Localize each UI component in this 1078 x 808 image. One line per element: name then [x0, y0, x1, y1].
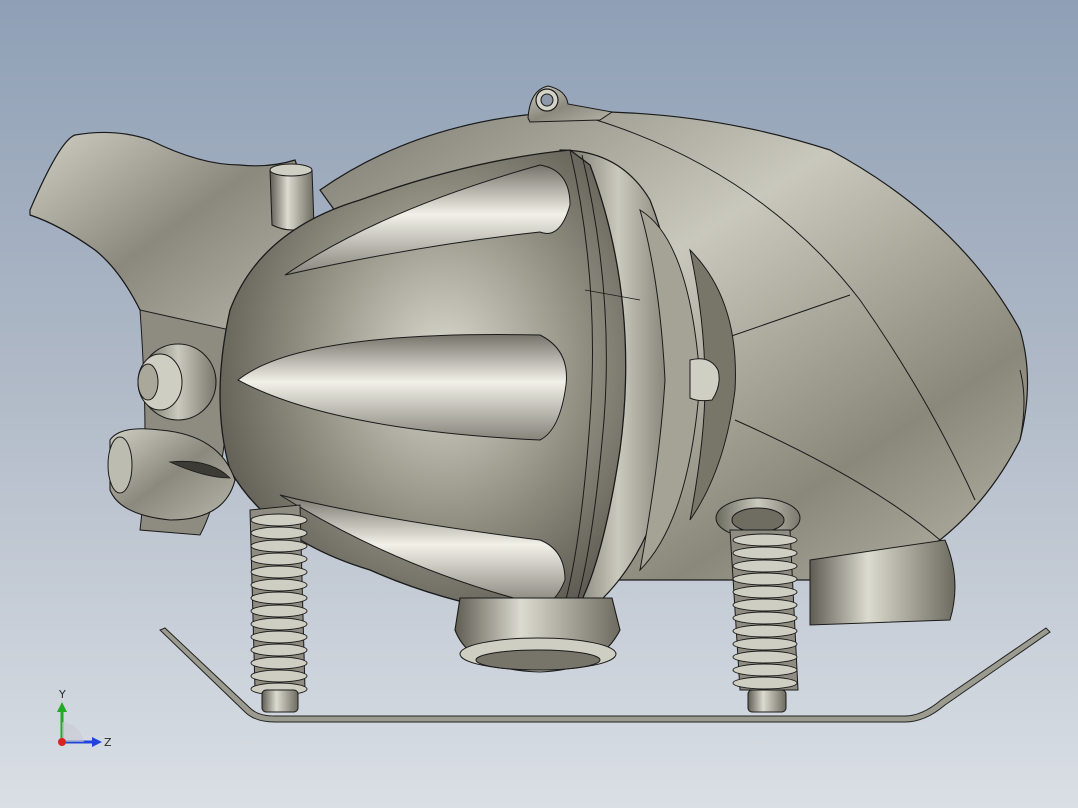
lifting-eye	[527, 85, 614, 123]
x-axis-dot	[58, 738, 66, 746]
left-spring-leg	[249, 504, 308, 713]
z-axis-label: Z	[104, 736, 112, 749]
spring-coil	[732, 650, 798, 664]
y-axis-arrow	[57, 702, 67, 712]
spring-coil	[250, 604, 308, 618]
spring-coil	[732, 624, 798, 638]
3d-viewport[interactable]: Y Z	[0, 0, 1078, 808]
spring-coil	[250, 539, 308, 553]
spring-coil	[250, 552, 308, 566]
spring-coil	[250, 617, 308, 631]
axis-triad: Y Z	[57, 688, 112, 749]
y-axis-label: Y	[58, 688, 66, 701]
spring-coil	[250, 656, 308, 670]
bottom-outlet	[454, 597, 621, 673]
spring-coil	[250, 643, 308, 657]
spring-coil	[732, 559, 798, 573]
spring-coil	[732, 598, 798, 612]
spring-coil	[732, 637, 798, 651]
spring-coil	[250, 513, 308, 527]
spring-coil	[250, 526, 308, 540]
spring-coil	[250, 669, 308, 683]
spring-coil	[250, 630, 308, 644]
spring-coil	[250, 578, 308, 592]
spring-coil	[732, 611, 798, 625]
z-axis-arrow	[92, 737, 102, 747]
spring-coil	[732, 585, 798, 599]
right-spring-leg	[715, 497, 801, 713]
spring-coil	[732, 533, 798, 547]
triad-plane	[62, 722, 84, 742]
spring-coil	[732, 546, 798, 560]
cad-model-render[interactable]	[0, 0, 1078, 808]
spring-coil	[732, 572, 798, 586]
spring-coil	[732, 676, 798, 690]
spring-coil	[250, 565, 308, 579]
spring-coil	[250, 591, 308, 605]
spring-coil	[732, 663, 798, 677]
